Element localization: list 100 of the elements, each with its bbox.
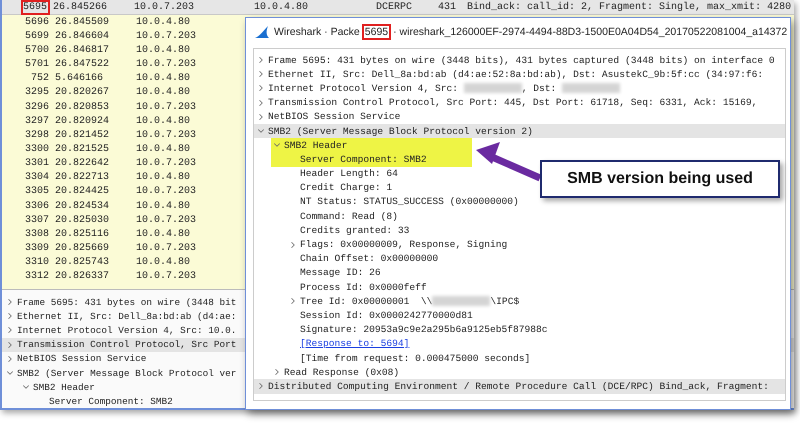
tree-item-label: Distributed Computing Environment / Remote Procedure Call (DCE/RPC) Bind_ack, Fragment: — [268, 380, 769, 392]
tree-item-label: [Time from request: 0.000475000 seconds] — [300, 352, 530, 364]
tree-item-label: Signature: 20953a9c9e2a295b6a9125eb5f87988c — [300, 324, 548, 336]
source-cell-text: 10.0.4.80 — [135, 144, 192, 155]
tree-item-label: Transmission Control Protocol, Src Port: 445, Dst Port: 61718, Seq: 6331, Ack: 15169, — [268, 97, 758, 108]
blurred-region — [464, 83, 522, 94]
tree-item-label: SMB2 Header — [284, 140, 348, 151]
source-cell-text: 10.0.4.80 — [135, 200, 192, 212]
time-cell-text: 20.825669 — [54, 242, 110, 254]
tree-item-label: SMB2 (Server Message Block Protocol version 2) — [268, 126, 533, 137]
packet-number: 3307 — [24, 214, 50, 226]
source-cell-text: 10.0.4.80 — [135, 73, 192, 84]
packet-number: 5696 — [24, 16, 50, 28]
packet-number: 3306 — [24, 200, 50, 212]
source-cell-text: 10.0.4.80 — [135, 257, 192, 268]
time-cell-text: 20.824425 — [54, 186, 110, 198]
time-cell-text: 20.824534 — [54, 200, 110, 212]
time-cell-text: 26.845509 — [54, 16, 110, 28]
callout-arrow — [476, 142, 542, 182]
tree-item-label: Session Id: 0x0000242770000d81 — [300, 310, 473, 321]
packet-number: 5701 — [24, 59, 50, 70]
tree-item-label: NetBIOS Session Service — [17, 353, 146, 364]
packet-number: 5695 — [23, 2, 48, 13]
source-cell-text: 10.0.7.203 — [135, 158, 198, 170]
time-cell-text: 20.822713 — [54, 172, 110, 184]
source-cell-text: 10.0.7.203 — [133, 2, 196, 13]
packet-row[interactable]: 5695 26.845266 10.0.7.203 10.0.4.80 DCERPC 431 Bind_ack: call_id: 2, Fragment: Single, max_xmit: 4280 — [2, 0, 794, 16]
tree-item-text: , Dst: — [522, 82, 558, 94]
source-cell-text: 10.0.7.203 — [135, 59, 198, 70]
tree-item-label: NetBIOS Session Service — [268, 111, 400, 122]
time-cell-text: 20.822642 — [54, 158, 110, 170]
blurred-region — [562, 83, 620, 94]
time-cell-text: 26.847522 — [54, 59, 110, 70]
source-cell-text: 10.0.4.80 — [135, 87, 192, 98]
source-cell-text: 10.0.7.203 — [135, 102, 198, 113]
tree-row-highlight[interactable]: Server Component: SMB2 — [271, 152, 472, 166]
time-cell-text: 20.821452 — [54, 130, 110, 141]
packet-number: 3297 — [24, 116, 50, 127]
window-title: · wireshark_126000EF-2974-4494-88D3-1500E0A04D54_20170522081004_a14372 — [393, 26, 788, 38]
shark-fin-icon — [254, 25, 270, 39]
time-cell-text: 20.826337 — [54, 271, 110, 282]
tree-item-label: Read Response (0x08) — [284, 366, 400, 378]
packet-number: 3304 — [24, 172, 50, 184]
source-cell-text: 10.0.7.203 — [135, 30, 198, 42]
source-cell-text: 10.0.4.80 — [135, 228, 192, 240]
time-cell-text: 20.821525 — [54, 144, 110, 155]
tree-item-label: Server Component: SMB2 — [300, 154, 427, 165]
packet-number: 3300 — [24, 144, 50, 155]
tree-item-label: Credit Charge: 1 — [300, 182, 392, 194]
packet-number: 3298 — [24, 130, 50, 141]
packet-number: 3312 — [24, 271, 50, 282]
packet-number: 3295 — [24, 87, 50, 98]
tree-item-label: Header Length: 64 — [300, 168, 398, 180]
time-cell-text: 20.820924 — [54, 116, 110, 127]
tree-item-label: SMB2 (Server Message Block Protocol ver — [17, 368, 236, 379]
time-cell-text: 20.825743 — [54, 257, 110, 268]
source-cell-text: 10.0.7.203 — [135, 130, 198, 141]
window-title: Wireshark · Packe — [274, 26, 360, 38]
packet-number: 3309 — [24, 242, 50, 254]
time-cell-text: 26.845266 — [52, 2, 108, 13]
protocol-cell-text: DCERPC — [375, 2, 414, 13]
packet-number: 5699 — [24, 30, 50, 42]
source-cell-text: 10.0.4.80 — [135, 16, 192, 28]
tree-item-text: \IPC$ — [490, 296, 520, 307]
tree-item-label: Flags: 0x00000009, Response, Signing — [300, 239, 508, 250]
tree-item-label: Transmission Control Protocol, Src Port — [17, 339, 236, 350]
source-cell-text: 10.0.7.203 — [135, 242, 198, 254]
time-cell-text: 26.846604 — [54, 30, 110, 42]
source-cell-text: 10.0.4.80 — [135, 172, 192, 184]
time-cell-text: 5.646166 — [54, 73, 104, 84]
tree-item-label: Internet Protocol Version 4, Src: 10.0. — [17, 324, 236, 336]
response-link[interactable]: [Response to: 5694] — [300, 338, 410, 350]
time-cell-text: 20.825030 — [54, 214, 110, 226]
time-cell-text: 20.820267 — [54, 87, 110, 98]
tree-item-label: Ethernet II, Src: Dell_8a:bd:ab (d4:ae: — [17, 310, 236, 322]
tree-item-label: Ethernet II, Src: Dell_8a:bd:ab (d4:ae:52:8a:bd:ab), Dst: AsustekC_9b:5f:cc (34:97:f6: — [268, 68, 764, 80]
packet-number: 5700 — [24, 44, 50, 56]
source-cell-text: 10.0.7.203 — [135, 271, 198, 282]
time-cell-text: 20.825116 — [54, 228, 110, 240]
tree-item-label: Frame 5695: 431 bytes on wire (3448 bits), 431 bytes captured (3448 bits) on interface 0 — [268, 54, 775, 66]
tree-item-text: Tree Id: 0x00000001 \\ — [300, 296, 432, 307]
blurred-region — [432, 296, 490, 306]
source-cell-text: 10.0.4.80 — [135, 44, 192, 56]
packet-number: 3310 — [24, 257, 50, 268]
packet-number-highlight: 5695 — [364, 26, 390, 38]
source-cell-text: 10.0.4.80 — [135, 116, 192, 127]
packet-number: 3305 — [24, 186, 50, 198]
time-cell-text: 26.846817 — [54, 44, 110, 56]
length-cell-text: 431 — [437, 2, 458, 13]
tree-row-highlight[interactable]: SMB2 (Server Message Block Protocol version 2) — [254, 124, 785, 138]
tree-item-label: SMB2 Header — [33, 382, 95, 393]
tree-item-label: NT Status: STATUS_SUCCESS (0x00000000) — [300, 196, 519, 208]
tree-row-highlight[interactable]: SMB2 Header — [271, 138, 472, 152]
tree-item-label: Credits granted: 33 — [300, 224, 410, 236]
tree-item-label: Command: Read (8) — [300, 210, 398, 222]
tree-item-label: Chain Offset: 0x00000000 — [300, 253, 438, 264]
packet-number: 3308 — [24, 228, 50, 240]
tree-item-label: Process Id: 0x0000feff — [300, 282, 427, 293]
tree-item-text: Internet Protocol Version 4, Src: — [268, 82, 459, 94]
tree-row-highlight[interactable]: Distributed Computing Environment / Remote Procedure Call (DCE/RPC) Bind_ack, Fragment: — [254, 379, 785, 394]
